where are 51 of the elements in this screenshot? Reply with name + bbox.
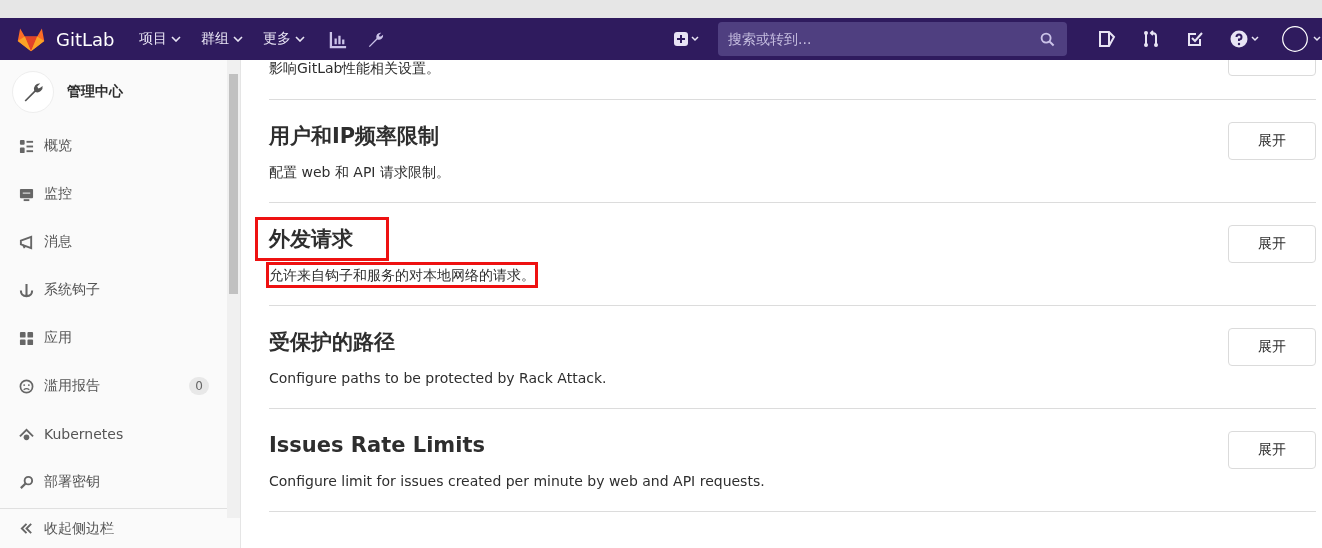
chevron-down-icon — [170, 36, 181, 42]
collapse-sidebar-link[interactable]: 收起侧边栏 — [0, 508, 228, 548]
section-description: 影响GitLab性能相关设置。 — [269, 60, 441, 78]
brand-name[interactable]: GitLab — [56, 28, 115, 50]
chevron-down-icon — [294, 36, 305, 42]
sidebar-item[interactable]: 系统钩子 — [0, 266, 228, 314]
sad-face-icon — [19, 378, 34, 394]
house-icon — [19, 426, 34, 442]
section-title: 外发请求 — [255, 217, 389, 261]
grid-icon — [19, 330, 34, 346]
sidebar-item[interactable]: 消息 — [0, 218, 228, 266]
sidebar-item[interactable]: 应用 — [0, 314, 228, 362]
section-description: 配置 web 和 API 请求限制。 — [269, 163, 450, 182]
wrench-avatar-icon — [12, 71, 54, 113]
expand-button[interactable]: 展开 — [1228, 328, 1316, 366]
chevron-down-icon — [232, 36, 243, 42]
merge-request-icon[interactable] — [1142, 30, 1160, 48]
todo-document-icon[interactable] — [1098, 30, 1116, 48]
scrollbar[interactable] — [227, 60, 240, 518]
sidebar-title[interactable]: 管理中心 — [67, 83, 123, 101]
section-title: Issues Rate Limits — [269, 432, 485, 459]
search-field[interactable]: 搜索或转到... — [718, 22, 1067, 56]
section-description: Configure limit for issues created per minute by web and API requests. — [269, 472, 765, 491]
expand-button[interactable]: 展开 — [1228, 431, 1316, 469]
nav-menu[interactable]: 群组 — [198, 26, 245, 52]
section-title: 用户和IP频率限制 — [269, 123, 440, 150]
sidebar-item[interactable]: 部署密钥 — [0, 458, 228, 506]
monitor-icon — [19, 186, 34, 202]
expand-button[interactable]: 展开 — [1228, 225, 1316, 263]
sidebar-item[interactable]: 监控 — [0, 170, 228, 218]
sidebar-item[interactable]: 滥用报告 0 — [0, 362, 228, 410]
section-description: 允许来自钩子和服务的对本地网络的请求。 — [269, 265, 535, 285]
section-description: Configure paths to be protected by Rack Attack. — [269, 369, 607, 388]
fox-logo-icon — [17, 26, 45, 52]
double-chevron-left-icon — [19, 521, 34, 536]
megaphone-icon — [19, 234, 34, 250]
checkbox-icon[interactable] — [1186, 30, 1204, 48]
section-title: 受保护的路径 — [269, 329, 395, 356]
avatar-icon[interactable] — [1282, 25, 1322, 53]
nav-menu[interactable]: 项目 — [136, 26, 183, 52]
count-badge: 0 — [189, 377, 209, 395]
bar-chart-icon[interactable] — [328, 29, 348, 49]
key-icon — [19, 474, 34, 490]
sidebar-item[interactable]: 概览 — [0, 122, 228, 170]
list-icon — [19, 138, 34, 154]
search-icon — [1040, 32, 1055, 47]
help-icon[interactable] — [1230, 30, 1260, 48]
nav-menu[interactable]: 更多 — [260, 26, 307, 52]
anchor-icon — [19, 282, 34, 298]
sidebar-item[interactable]: Kubernetes — [0, 410, 228, 458]
expand-button[interactable]: 展开 — [1228, 122, 1316, 160]
